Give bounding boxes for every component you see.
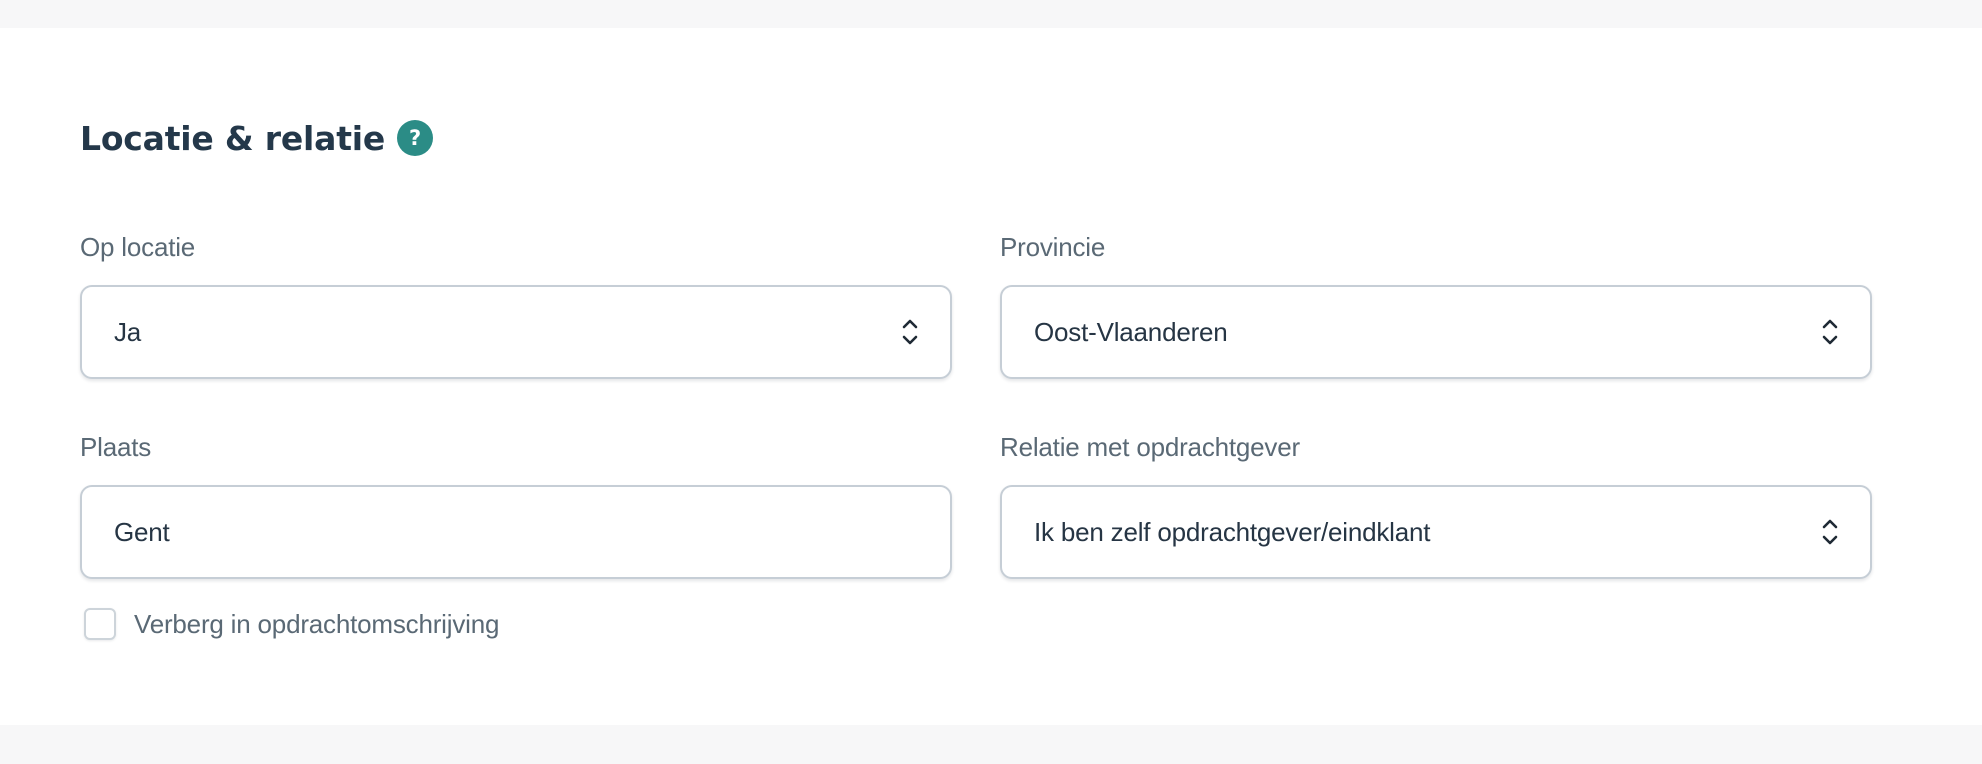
section-header: Locatie & relatie ? <box>80 113 434 163</box>
op-locatie-label: Op locatie <box>80 232 196 262</box>
section-title: Locatie & relatie <box>80 118 386 158</box>
provincie-select[interactable]: Oost-Vlaanderen <box>1000 285 1872 379</box>
chevron-up-down-icon <box>902 319 918 345</box>
relatie-label: Relatie met opdrachtgever <box>1000 432 1300 462</box>
provincie-value: Oost-Vlaanderen <box>1034 316 1228 347</box>
hide-in-description-row[interactable]: Verberg in opdrachtomschrijving <box>84 606 499 642</box>
relatie-value: Ik ben zelf opdrachtgever/eindklant <box>1034 516 1431 547</box>
op-locatie-value: Ja <box>114 316 142 347</box>
plaats-field[interactable] <box>80 485 952 579</box>
chevron-up-down-icon <box>1822 319 1838 345</box>
provincie-label: Provincie <box>1000 232 1106 262</box>
top-page-band <box>0 0 1982 28</box>
plaats-label: Plaats <box>80 432 152 462</box>
bottom-page-band <box>0 725 1982 764</box>
plaats-input[interactable] <box>114 516 920 548</box>
op-locatie-select[interactable]: Ja <box>80 285 952 379</box>
relatie-select[interactable]: Ik ben zelf opdrachtgever/eindklant <box>1000 485 1872 579</box>
hide-in-description-label[interactable]: Verberg in opdrachtomschrijving <box>134 609 499 640</box>
help-circle-icon[interactable]: ? <box>397 120 434 156</box>
hide-in-description-checkbox[interactable] <box>84 608 116 640</box>
chevron-up-down-icon <box>1822 519 1838 545</box>
